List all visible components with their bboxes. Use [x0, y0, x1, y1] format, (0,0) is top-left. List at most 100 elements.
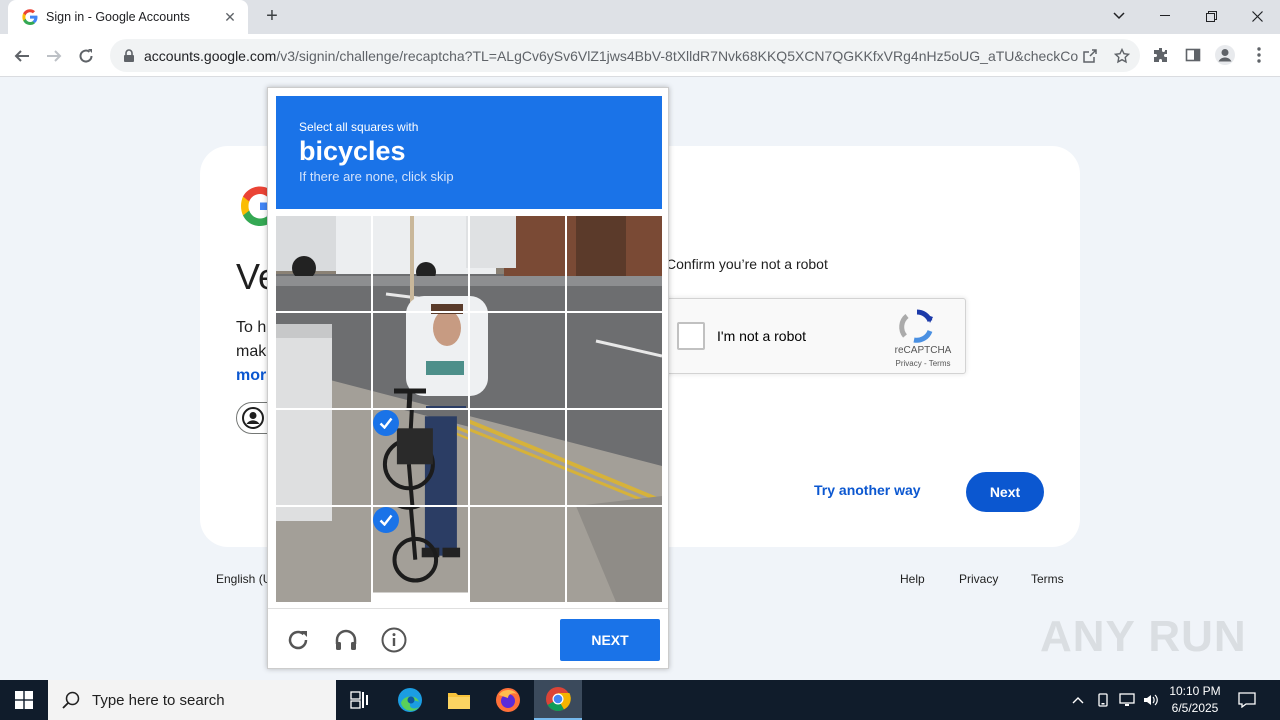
not-robot-checkbox[interactable] [677, 322, 705, 350]
challenge-tile-5[interactable] [276, 313, 371, 408]
restore-button[interactable] [1188, 0, 1234, 32]
challenge-tile-6[interactable] [373, 313, 468, 408]
browser-toolbar: accounts.google.com/v3/signin/challenge/… [0, 34, 1280, 77]
reload-challenge-icon[interactable] [285, 627, 311, 653]
challenge-tile-15[interactable] [470, 507, 565, 602]
recaptcha-logo-icon [899, 309, 933, 343]
minimize-button[interactable] [1142, 0, 1188, 32]
try-another-way-button[interactable]: Try another way [814, 482, 921, 498]
privacy-link[interactable]: Privacy [959, 572, 998, 586]
tab-title: Sign in - Google Accounts [46, 10, 190, 24]
back-arrow-icon [14, 50, 29, 62]
signin-next-button[interactable]: Next [966, 472, 1044, 512]
tile-image [567, 216, 662, 311]
challenge-tile-9[interactable] [276, 410, 371, 505]
challenge-tile-1[interactable] [276, 216, 371, 311]
challenge-next-button[interactable]: NEXT [560, 619, 660, 661]
url-domain: accounts.google.com [144, 47, 277, 64]
tab-google-accounts[interactable]: Sign in - Google Accounts ✕ [8, 0, 248, 34]
challenge-image-grid [276, 216, 662, 602]
challenge-tile-12[interactable] [567, 410, 662, 505]
windows-taskbar: Type here to search 10:10 PM 6/5/2025 [0, 680, 1280, 720]
tab-close-icon[interactable]: ✕ [222, 9, 238, 26]
challenge-tile-8[interactable] [567, 313, 662, 408]
windows-logo-icon [15, 691, 33, 709]
taskbar-search-box[interactable]: Type here to search [48, 680, 336, 720]
challenge-tile-11[interactable] [470, 410, 565, 505]
taskbar-clock[interactable]: 10:10 PM 6/5/2025 [1160, 683, 1230, 717]
recaptcha-widget: I'm not a robot reCAPTCHA Privacy - Term… [660, 298, 966, 374]
tile-selected-check-icon [373, 507, 399, 533]
tile-image [470, 507, 565, 602]
info-icon[interactable] [381, 627, 407, 653]
taskbar-edge[interactable] [386, 680, 434, 720]
reload-button[interactable] [72, 42, 100, 70]
tile-image [470, 313, 565, 408]
language-selector[interactable]: English (U [216, 572, 271, 586]
url-text: accounts.google.com/v3/signin/challenge/… [144, 48, 1079, 64]
tab-search-chevron-icon[interactable] [1096, 0, 1142, 32]
tray-device-icon[interactable] [1092, 680, 1114, 720]
taskbar-file-explorer[interactable] [435, 680, 483, 720]
folder-icon [448, 693, 470, 709]
confirm-robot-text: Confirm you’re not a robot [666, 256, 828, 272]
tray-network-icon[interactable] [1116, 680, 1138, 720]
firefox-icon [496, 688, 520, 712]
challenge-tile-14[interactable] [373, 507, 468, 602]
forward-arrow-icon [47, 50, 62, 62]
close-window-button[interactable] [1234, 0, 1280, 32]
lock-icon [124, 48, 134, 62]
recaptcha-challenge-dialog: Select all squares with bicycles If ther… [267, 87, 669, 669]
audio-challenge-headphones-icon[interactable] [333, 627, 359, 653]
profile-avatar-icon[interactable] [1214, 44, 1236, 66]
reload-icon [79, 49, 93, 63]
back-button[interactable] [8, 42, 36, 70]
share-icon[interactable] [1080, 46, 1100, 66]
extensions-puzzle-icon[interactable] [1150, 44, 1172, 66]
google-favicon-icon [22, 9, 38, 25]
taskbar-chrome[interactable] [534, 680, 582, 720]
tab-strip: Sign in - Google Accounts ✕ + [0, 0, 1280, 34]
taskbar-search-placeholder: Type here to search [92, 691, 225, 709]
challenge-tile-4[interactable] [567, 216, 662, 311]
tile-image [373, 216, 468, 311]
tile-image [276, 410, 371, 505]
help-link[interactable]: Help [900, 572, 925, 586]
tile-image [470, 410, 565, 505]
tile-image [373, 313, 468, 408]
challenge-tile-16[interactable] [567, 507, 662, 602]
notification-center-icon[interactable] [1234, 680, 1260, 720]
clock-time: 10:10 PM [1169, 684, 1221, 698]
tile-image [276, 507, 371, 602]
forward-button[interactable] [40, 42, 68, 70]
new-tab-button[interactable]: + [260, 5, 284, 29]
terms-link[interactable]: Terms [1031, 572, 1064, 586]
address-bar[interactable]: accounts.google.com/v3/signin/challenge/… [110, 39, 1140, 72]
start-button[interactable] [0, 680, 48, 720]
chrome-menu-icon[interactable] [1248, 44, 1270, 66]
task-view-icon [350, 691, 368, 709]
anyrun-watermark: ANY RUN [1040, 612, 1247, 661]
tray-volume-icon[interactable] [1140, 680, 1162, 720]
tile-image [567, 507, 662, 602]
tile-image [276, 313, 371, 408]
url-path: /v3/signin/challenge/recaptcha?TL=ALgCv6… [276, 47, 1079, 64]
challenge-hint: If there are none, click skip [299, 169, 454, 185]
task-view-button[interactable] [336, 680, 384, 720]
tile-image [470, 216, 565, 311]
tile-image [567, 410, 662, 505]
challenge-tile-10[interactable] [373, 410, 468, 505]
bookmark-star-icon[interactable] [1112, 46, 1132, 66]
challenge-instruction: Select all squares with [299, 120, 419, 134]
tray-chevron-up-icon[interactable] [1068, 680, 1088, 720]
recaptcha-privacy-terms[interactable]: Privacy - Terms [889, 359, 957, 368]
challenge-header: Select all squares with bicycles If ther… [276, 96, 662, 209]
challenge-tile-7[interactable] [470, 313, 565, 408]
challenge-tile-13[interactable] [276, 507, 371, 602]
taskbar-firefox[interactable] [484, 680, 532, 720]
side-panel-icon[interactable] [1182, 44, 1204, 66]
challenge-tile-3[interactable] [470, 216, 565, 311]
edge-icon [398, 688, 422, 712]
challenge-tile-2[interactable] [373, 216, 468, 311]
tile-selected-check-icon [373, 410, 399, 436]
